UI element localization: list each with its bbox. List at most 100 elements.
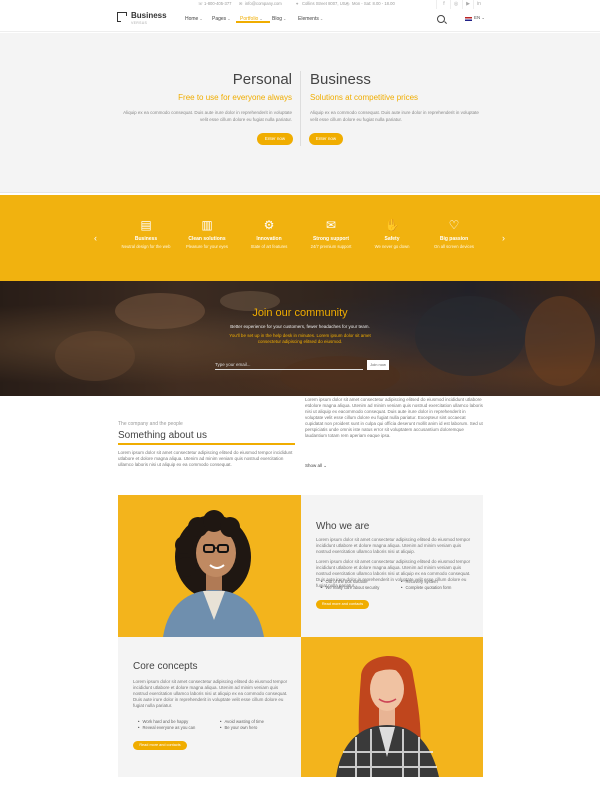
search-icon[interactable] bbox=[437, 15, 445, 23]
core-read-more-button[interactable]: Read more and contacts bbox=[133, 741, 187, 750]
show-all-link[interactable]: Show all ⌄ bbox=[305, 463, 327, 469]
bullet-item: Recovery system bbox=[401, 579, 437, 584]
community-title: Join our community bbox=[252, 307, 348, 319]
chevron-down-icon: ⌄ bbox=[227, 16, 231, 21]
community-section: Join our community Better experience for… bbox=[0, 281, 600, 396]
nav-item-blog[interactable]: Blog⌄ bbox=[272, 16, 286, 22]
logo-tagline: VERSUS bbox=[131, 21, 148, 25]
location-icon: ⌖ bbox=[296, 1, 299, 6]
show-all-label: Show all bbox=[305, 463, 323, 468]
email-input[interactable]: Type your email... bbox=[215, 360, 363, 370]
feature-title: Big passion bbox=[439, 236, 469, 242]
email-icon: ✉ bbox=[239, 1, 243, 6]
hero-business-subtitle: Solutions at competitive prices bbox=[310, 93, 419, 102]
nav-label: Blog bbox=[272, 16, 283, 22]
feature-desc: 24/7 premium support bbox=[310, 244, 352, 249]
feature-item[interactable]: ▥ Clean solutions Pleasure for your eyes bbox=[172, 217, 242, 249]
feature-item[interactable]: ✉ Strong support 24/7 premium support bbox=[296, 217, 366, 249]
carousel-prev-icon[interactable]: ‹ bbox=[94, 233, 97, 243]
nav-item-elements[interactable]: Elements⌄ bbox=[298, 16, 323, 22]
who-we-are-text: Lorem ipsum dolor sit amet consectetur a… bbox=[316, 537, 471, 554]
who-we-are-title: Who we are bbox=[316, 521, 370, 532]
core-concepts-title: Core concepts bbox=[133, 661, 198, 672]
join-now-button[interactable]: Join now bbox=[367, 360, 389, 370]
feature-title: Clean solutions bbox=[188, 236, 226, 242]
us-flag-icon[interactable] bbox=[465, 17, 472, 21]
feature-title: Innovation bbox=[256, 236, 282, 242]
nav-label: Home bbox=[185, 16, 199, 22]
instagram-icon[interactable]: ◎ bbox=[452, 1, 460, 8]
nav-label: Elements bbox=[298, 16, 319, 22]
bullet-item: We really care about security bbox=[321, 585, 379, 590]
about-text: Lorem ipsum dolor sit amet consectetur a… bbox=[118, 450, 293, 467]
hand-icon: ✋ bbox=[384, 218, 400, 232]
nav-item-pages[interactable]: Pages⌄ bbox=[212, 16, 231, 22]
divider bbox=[436, 0, 437, 9]
main-navigation: Business VERSUS Home⌄ Pages⌄ Portfolio⌄ … bbox=[0, 10, 600, 32]
about-eyebrow: The company and the people bbox=[118, 421, 183, 427]
hours-text: Mon - Sat: 8.00 - 18.00 bbox=[352, 1, 395, 6]
chevron-down-icon: ⌄ bbox=[199, 16, 203, 21]
divider bbox=[450, 0, 451, 9]
feature-item[interactable]: ▤ Business Neutral design for the web bbox=[111, 217, 181, 249]
feature-item[interactable]: ⚙ Innovation State of art features bbox=[234, 217, 304, 249]
core-concepts-card: Core concepts Lorem ipsum dolor sit amet… bbox=[118, 637, 301, 777]
linkedin-icon[interactable]: in bbox=[475, 1, 483, 8]
youtube-icon[interactable]: ▶ bbox=[464, 1, 472, 8]
bullet-item: Complete quotation form bbox=[401, 585, 451, 590]
clock-icon: ◷ bbox=[346, 1, 350, 6]
email-address[interactable]: info@company.com bbox=[245, 1, 282, 6]
core-concepts-image bbox=[301, 637, 483, 777]
feature-desc: On all screen devices bbox=[433, 244, 475, 249]
bullet-item: Reveal everyone as you can bbox=[138, 725, 195, 730]
feature-item[interactable]: ♡ Big passion On all screen devices bbox=[419, 217, 489, 249]
personal-enter-button[interactable]: Enter now bbox=[257, 133, 293, 145]
core-concepts-text: Lorem ipsum dolor sit amet consectetur a… bbox=[133, 679, 288, 708]
logo-text[interactable]: Business bbox=[131, 11, 167, 20]
bullet-item: Out of the box solution bbox=[321, 579, 367, 584]
feature-desc: Neutral design for the web bbox=[121, 244, 171, 249]
divider bbox=[462, 0, 463, 9]
nav-item-home[interactable]: Home⌄ bbox=[185, 16, 203, 22]
who-we-are-card: Who we are Lorem ipsum dolor sit amet co… bbox=[301, 495, 483, 637]
hero-section: Personal Free to use for everyone always… bbox=[0, 33, 600, 193]
hero-divider bbox=[300, 71, 301, 146]
chevron-down-icon: ⌄ bbox=[319, 16, 324, 21]
divider bbox=[473, 0, 474, 9]
about-underline bbox=[118, 443, 295, 445]
community-tagline: Better experience for your customers, fe… bbox=[230, 324, 370, 329]
who-read-more-button[interactable]: Read more and contacts bbox=[316, 600, 369, 609]
business-enter-button[interactable]: Enter now bbox=[309, 133, 343, 145]
top-info-bar: ☏ 1-800-405-377 ✉ info@company.com ⌖ Col… bbox=[0, 0, 600, 10]
phone-number: 1-800-405-377 bbox=[204, 1, 232, 6]
logo-icon[interactable] bbox=[117, 12, 127, 22]
hero-personal-text: Aliquip ex ea commodo consequat. Duis au… bbox=[123, 110, 292, 122]
community-text-line: consectetur adipiscing elitsed do eiusmo… bbox=[257, 339, 343, 344]
gear-icon: ⚙ bbox=[263, 218, 275, 232]
carousel-next-icon[interactable]: › bbox=[502, 233, 505, 243]
hero-personal-subtitle: Free to use for everyone always bbox=[178, 93, 292, 102]
language-selector[interactable]: EN ⌄ bbox=[474, 15, 485, 20]
facebook-icon[interactable]: f bbox=[440, 1, 448, 8]
feature-desc: State of art features bbox=[250, 244, 288, 249]
feature-title: Strong support bbox=[312, 236, 350, 242]
bullet-item: Work hard and be happy bbox=[138, 719, 188, 724]
envelope-icon: ✉ bbox=[325, 218, 337, 232]
bullet-item: Avoid wasting of time bbox=[220, 719, 264, 724]
chevron-down-icon: ⌄ bbox=[481, 15, 485, 20]
hero-business-title: Business bbox=[310, 71, 371, 88]
about-title: Something about us bbox=[118, 430, 207, 441]
chevron-down-icon: ⌄ bbox=[283, 16, 287, 21]
feature-desc: We never go down bbox=[374, 244, 410, 249]
language-label: EN bbox=[474, 15, 481, 20]
address-text: Collins Street 8007, USA bbox=[302, 1, 349, 6]
community-text: You'll be set up in the help desk in min… bbox=[0, 333, 600, 345]
feature-desc: Pleasure for your eyes bbox=[186, 244, 228, 249]
feature-title: Business bbox=[134, 236, 158, 242]
id-card-icon: ▤ bbox=[140, 218, 152, 232]
feature-item[interactable]: ✋ Safety We never go down bbox=[357, 217, 427, 249]
heart-icon: ♡ bbox=[448, 218, 460, 232]
feature-title: Safety bbox=[384, 236, 400, 242]
bullet-item: Be your own hero bbox=[220, 725, 257, 730]
nav-label: Pages bbox=[212, 16, 227, 22]
